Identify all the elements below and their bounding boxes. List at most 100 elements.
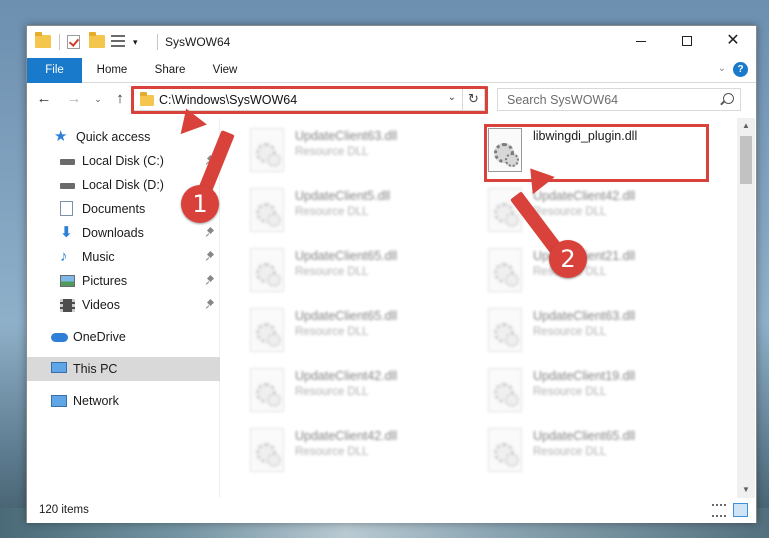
help-icon[interactable]: ? (733, 62, 748, 77)
new-folder-icon[interactable] (89, 32, 105, 49)
sidebar-item-label: Documents (82, 202, 146, 216)
pin-icon[interactable] (207, 228, 213, 237)
documents-icon (60, 201, 76, 217)
dll-file-icon (250, 128, 284, 172)
list-item[interactable]: UpdateClient42.dll Resource DLL (223, 422, 433, 478)
pin-icon[interactable] (207, 300, 213, 309)
sidebar-item-downloads[interactable]: ⬇ Downloads (27, 221, 220, 245)
cloud-icon (51, 329, 68, 345)
file-name: UpdateClient65.dll (295, 249, 398, 263)
list-item[interactable]: UpdateClient65.dll Resource DLL (461, 422, 671, 478)
videos-icon (60, 297, 76, 313)
file-name: UpdateClient42.dll (295, 369, 398, 383)
sidebar-item-videos[interactable]: Videos (27, 293, 220, 317)
scrollbar-thumb[interactable] (740, 136, 752, 184)
status-bar: 120 items (27, 499, 756, 523)
list-item[interactable]: UpdateClient42.dll Resource DLL (223, 362, 433, 418)
tab-home[interactable]: Home (87, 58, 137, 83)
list-item[interactable]: UpdateClient65.dll Resource DLL (223, 242, 433, 298)
pictures-icon (60, 273, 76, 289)
file-explorer-window: ▾ SysWOW64 ✕ File Home Share View ⌄ ? ← … (26, 25, 757, 523)
scroll-down-arrow-icon[interactable]: ▼ (737, 482, 755, 498)
properties-check-icon[interactable] (67, 35, 83, 49)
list-item[interactable]: UpdateClient65.dll Resource DLL (223, 302, 433, 358)
file-type: Resource DLL (295, 386, 369, 398)
forward-arrow-icon[interactable]: → (65, 90, 83, 107)
search-box[interactable]: Search SysWOW64 (497, 88, 741, 111)
navigation-bar: ← → ⌄ ↑ C:\Windows\SysWOW64 ⌄ ↻ Search S… (27, 83, 756, 117)
file-name: UpdateClient63.dll (533, 309, 636, 323)
pin-icon[interactable] (207, 252, 213, 261)
step-2-badge: 2 (549, 240, 587, 278)
file-type: Resource DLL (533, 326, 607, 338)
dll-file-icon (250, 248, 284, 292)
search-icon[interactable] (723, 93, 734, 104)
disk-icon (60, 153, 76, 169)
close-icon: ✕ (726, 32, 740, 49)
computer-icon (51, 361, 67, 377)
large-icons-view-icon[interactable] (733, 503, 748, 517)
minimize-button[interactable] (618, 26, 664, 56)
minimize-icon (636, 40, 646, 42)
tab-view[interactable]: View (203, 58, 247, 83)
tab-share[interactable]: Share (145, 58, 195, 83)
dll-file-icon (250, 308, 284, 352)
list-item[interactable]: UpdateClient5.dll Resource DLL (223, 182, 433, 238)
list-item[interactable]: UpdateClient42.dll Resource DLL (461, 182, 671, 238)
dll-file-icon (488, 428, 522, 472)
sidebar-item-network[interactable]: Network (27, 389, 220, 413)
list-item[interactable]: UpdateClient63.dll Resource DLL (223, 122, 433, 178)
vertical-scrollbar[interactable]: ▲ ▼ (737, 118, 755, 498)
sidebar-item-label: Pictures (82, 274, 128, 288)
file-type: Resource DLL (533, 386, 607, 398)
file-type: Resource DLL (295, 206, 369, 218)
file-name: UpdateClient19.dll (533, 369, 636, 383)
ribbon-tabs: File Home Share View ⌄ ? (27, 58, 756, 83)
dll-file-icon (250, 368, 284, 412)
disk-icon (60, 177, 76, 193)
up-arrow-icon[interactable]: ↑ (111, 90, 129, 107)
file-type: Resource DLL (533, 446, 607, 458)
file-type: Resource DLL (295, 266, 369, 278)
customize-toolbar-chevron-icon[interactable]: ▾ (133, 35, 149, 49)
scroll-up-arrow-icon[interactable]: ▲ (737, 118, 755, 134)
sidebar-item-onedrive[interactable]: OneDrive (27, 325, 220, 349)
details-view-icon[interactable] (712, 504, 726, 517)
sidebar-item-label: Videos (82, 298, 120, 312)
file-name: UpdateClient42.dll (295, 429, 398, 443)
file-type: Resource DLL (295, 326, 369, 338)
dll-file-icon (250, 188, 284, 232)
file-name: UpdateClient65.dll (295, 309, 398, 323)
dll-file-icon (250, 428, 284, 472)
sidebar-item-local-disk-c[interactable]: Local Disk (C:) (27, 149, 220, 173)
dll-file-icon (488, 248, 522, 292)
downloads-icon: ⬇ (60, 224, 73, 241)
list-item[interactable]: UpdateClient63.dll Resource DLL (461, 302, 671, 358)
network-icon (51, 393, 67, 409)
sidebar-item-label: Downloads (82, 226, 144, 240)
star-icon: ★ (54, 128, 68, 145)
list-item[interactable]: UpdateClient19.dll Resource DLL (461, 362, 671, 418)
sidebar-item-music[interactable]: ♪ Music (27, 245, 220, 269)
expand-ribbon-chevron-icon[interactable]: ⌄ (718, 63, 726, 74)
search-input[interactable]: Search SysWOW64 (507, 93, 618, 107)
sidebar-item-label: This PC (73, 362, 118, 376)
file-type: Resource DLL (295, 446, 369, 458)
properties-list-icon[interactable] (111, 35, 127, 49)
sidebar-item-label: Quick access (76, 130, 151, 144)
file-type: Resource DLL (533, 206, 607, 218)
sidebar-item-pictures[interactable]: Pictures (27, 269, 220, 293)
music-icon: ♪ (60, 248, 68, 265)
close-button[interactable]: ✕ (710, 26, 756, 56)
tab-file[interactable]: File (27, 58, 82, 83)
sidebar-item-this-pc[interactable]: This PC (27, 357, 220, 381)
step-1-badge: 1 (181, 185, 219, 223)
sidebar-item-label: Music (82, 250, 115, 264)
maximize-icon (682, 36, 692, 46)
recent-locations-chevron-icon[interactable]: ⌄ (89, 94, 107, 105)
maximize-button[interactable] (664, 26, 710, 56)
file-name: UpdateClient63.dll (295, 129, 398, 143)
back-arrow-icon[interactable]: ← (35, 90, 53, 107)
pin-icon[interactable] (207, 276, 213, 285)
title-bar: ▾ SysWOW64 ✕ (27, 26, 756, 58)
